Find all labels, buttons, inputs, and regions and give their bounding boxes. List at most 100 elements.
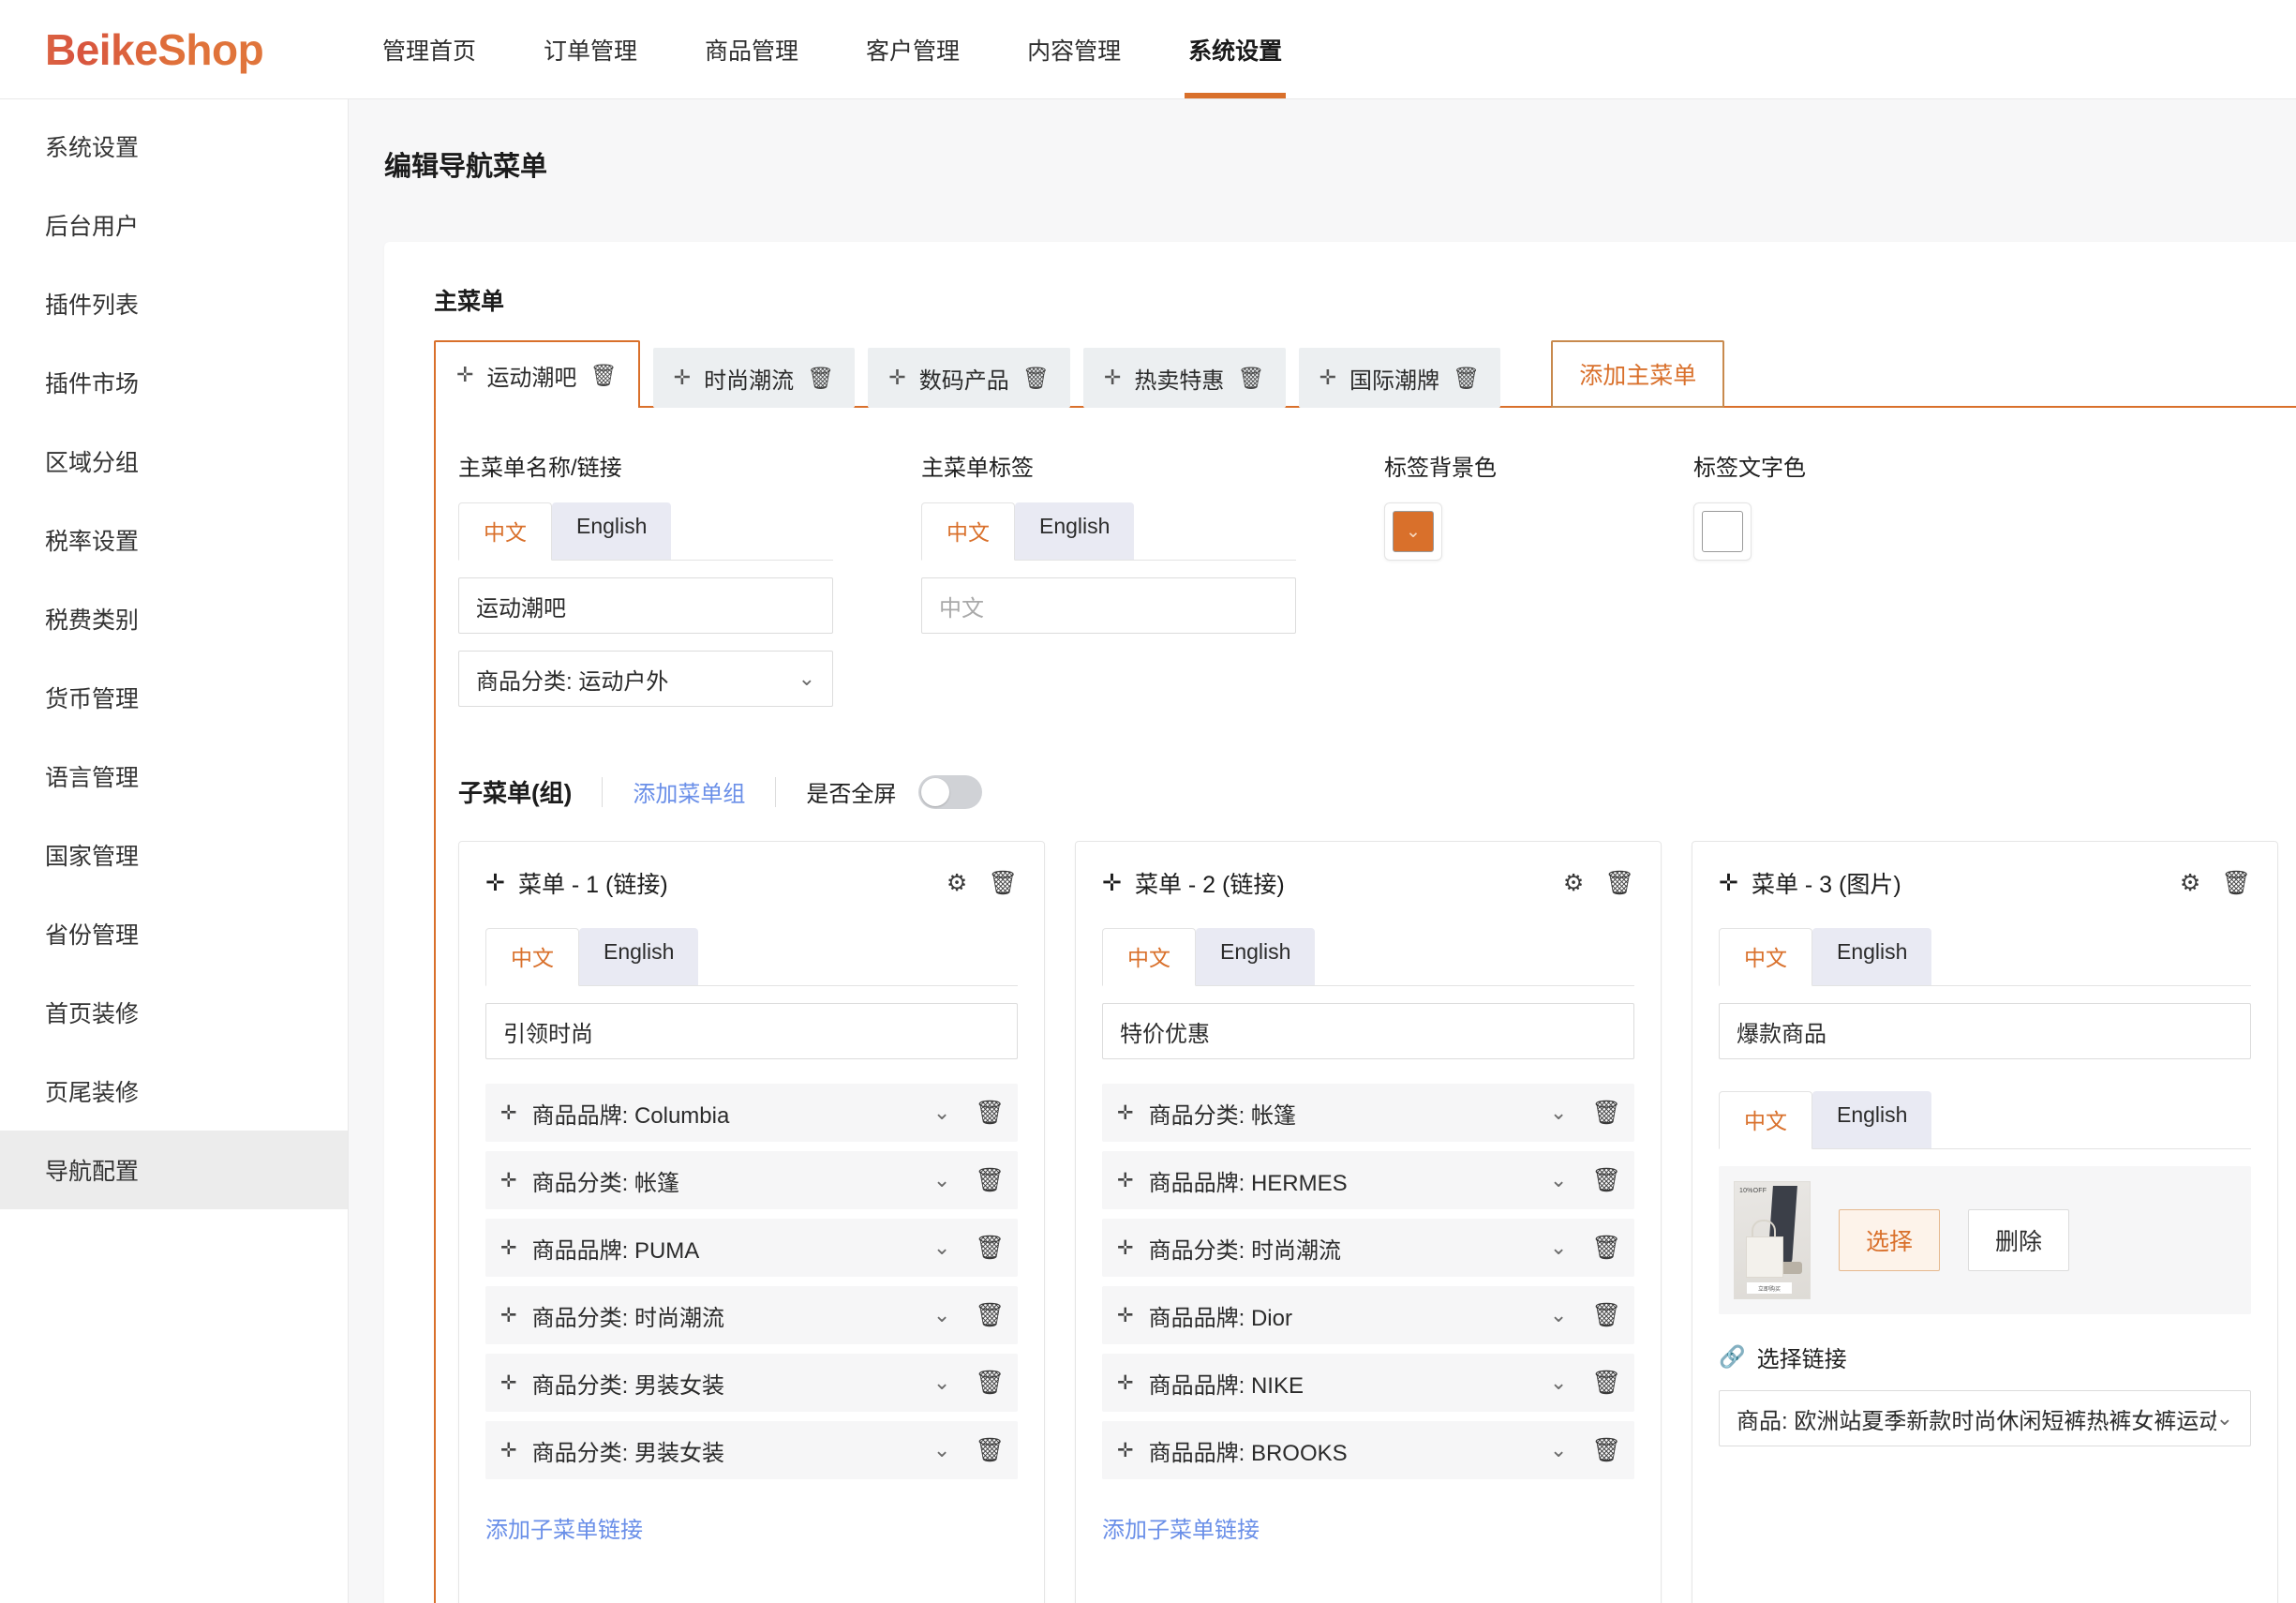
move-icon[interactable]: ✛ <box>888 366 905 390</box>
trash-icon[interactable]: 🗑 <box>1591 1371 1621 1395</box>
trash-icon[interactable]: 🗑 <box>975 1438 1005 1462</box>
trash-icon[interactable]: 🗑 <box>1453 366 1480 391</box>
card3-link-select[interactable]: 商品: 欧洲站夏季新款时尚休闲短裤热裤女裤运动... ⌄ <box>1719 1390 2251 1446</box>
add-menu-group-link[interactable]: 添加菜单组 <box>633 775 745 808</box>
submenu-link-row[interactable]: ✛ 商品分类: 帐篷 ⌄ 🗑 <box>485 1151 1018 1209</box>
submenu-link-row[interactable]: ✛ 商品分类: 帐篷 ⌄ 🗑 <box>1102 1084 1634 1142</box>
topnav-item-3[interactable]: 客户管理 <box>832 0 993 98</box>
gear-icon[interactable]: ⚙ <box>1563 871 1584 895</box>
chevron-down-icon[interactable]: ⌄ <box>1550 1438 1567 1462</box>
lang-tab-en[interactable]: English <box>579 928 699 985</box>
move-icon[interactable]: ✛ <box>500 1169 517 1192</box>
trash-icon[interactable]: 🗑 <box>975 1101 1005 1125</box>
submenu-link-row[interactable]: ✛ 商品品牌: BROOKS ⌄ 🗑 <box>1102 1421 1634 1479</box>
sidebar-item-10[interactable]: 省份管理 <box>0 894 348 973</box>
chevron-down-icon[interactable]: ⌄ <box>1550 1168 1567 1192</box>
move-icon[interactable]: ✛ <box>1102 869 1122 897</box>
trash-icon[interactable]: 🗑 <box>975 1371 1005 1395</box>
lang-tab-en[interactable]: English <box>1015 502 1135 560</box>
trash-icon[interactable]: 🗑 <box>1591 1101 1621 1125</box>
lang-tab-zh[interactable]: 中文 <box>458 502 552 561</box>
sidebar-item-11[interactable]: 首页装修 <box>0 973 348 1052</box>
color-swatch[interactable]: ⌄ <box>1393 511 1434 552</box>
chevron-down-icon[interactable]: ⌄ <box>933 1303 950 1327</box>
gear-icon[interactable]: ⚙ <box>2180 871 2200 895</box>
chevron-down-icon[interactable]: ⌄ <box>933 1168 950 1192</box>
main-menu-name-input[interactable]: 运动潮吧 <box>458 577 833 634</box>
trash-icon[interactable]: 🗑 <box>988 871 1018 895</box>
sidebar-item-2[interactable]: 插件列表 <box>0 264 348 343</box>
topnav-item-1[interactable]: 订单管理 <box>510 0 671 98</box>
trash-icon[interactable]: 🗑 <box>975 1236 1005 1260</box>
lang-tab-en[interactable]: English <box>552 502 672 560</box>
lang-tab-en[interactable]: English <box>1812 1091 1932 1148</box>
submenu-link-row[interactable]: ✛ 商品分类: 男装女装 ⌄ 🗑 <box>485 1421 1018 1479</box>
add-main-menu-button[interactable]: 添加主菜单 <box>1551 340 1725 408</box>
sidebar-item-13[interactable]: 导航配置 <box>0 1131 348 1209</box>
add-submenu-link-1[interactable]: 添加子菜单链接 <box>485 1511 1018 1578</box>
submenu-link-row[interactable]: ✛ 商品品牌: Dior ⌄ 🗑 <box>1102 1286 1634 1344</box>
sidebar-item-9[interactable]: 国家管理 <box>0 816 348 894</box>
tag-bg-color-picker[interactable]: ⌄ <box>1384 502 1442 561</box>
main-menu-tab-3[interactable]: ✛ 热卖特惠 🗑 <box>1082 348 1286 408</box>
chevron-down-icon[interactable]: ⌄ <box>1550 1101 1567 1125</box>
topnav-item-5[interactable]: 系统设置 <box>1155 0 1316 98</box>
move-icon[interactable]: ✛ <box>456 363 473 387</box>
trash-icon[interactable]: 🗑 <box>975 1303 1005 1327</box>
sidebar-item-12[interactable]: 页尾装修 <box>0 1052 348 1131</box>
move-icon[interactable]: ✛ <box>1117 1169 1134 1192</box>
trash-icon[interactable]: 🗑 <box>1237 366 1264 391</box>
sidebar-item-0[interactable]: 系统设置 <box>0 107 348 186</box>
chevron-down-icon[interactable]: ⌄ <box>2216 1406 2233 1431</box>
trash-icon[interactable]: 🗑 <box>975 1168 1005 1192</box>
move-icon[interactable]: ✛ <box>1117 1101 1134 1125</box>
move-icon[interactable]: ✛ <box>674 366 691 390</box>
lang-tab-zh[interactable]: 中文 <box>1719 928 1812 986</box>
submenu-link-row[interactable]: ✛ 商品品牌: HERMES ⌄ 🗑 <box>1102 1151 1634 1209</box>
card3-name-input[interactable]: 爆款商品 <box>1719 1003 2251 1059</box>
trash-icon[interactable]: 🗑 <box>1591 1438 1621 1462</box>
main-menu-tab-1[interactable]: ✛ 时尚潮流 🗑 <box>652 348 856 408</box>
lang-tab-zh[interactable]: 中文 <box>485 928 579 986</box>
move-icon[interactable]: ✛ <box>1117 1439 1134 1462</box>
color-swatch[interactable] <box>1702 511 1743 552</box>
submenu-link-row[interactable]: ✛ 商品分类: 男装女装 ⌄ 🗑 <box>485 1354 1018 1412</box>
trash-icon[interactable]: 🗑 <box>2221 871 2251 895</box>
sidebar-item-5[interactable]: 税率设置 <box>0 501 348 579</box>
submenu-link-row[interactable]: ✛ 商品品牌: Columbia ⌄ 🗑 <box>485 1084 1018 1142</box>
move-icon[interactable]: ✛ <box>500 1371 517 1395</box>
move-icon[interactable]: ✛ <box>1319 366 1336 390</box>
lang-tab-zh[interactable]: 中文 <box>1719 1091 1812 1149</box>
move-icon[interactable]: ✛ <box>500 1101 517 1125</box>
trash-icon[interactable]: 🗑 <box>1604 871 1634 895</box>
submenu-link-row[interactable]: ✛ 商品分类: 时尚潮流 ⌄ 🗑 <box>1102 1219 1634 1277</box>
move-icon[interactable]: ✛ <box>500 1236 517 1260</box>
topnav-item-2[interactable]: 商品管理 <box>671 0 832 98</box>
topnav-item-0[interactable]: 管理首页 <box>349 0 510 98</box>
move-icon[interactable]: ✛ <box>1117 1371 1134 1395</box>
main-menu-tab-4[interactable]: ✛ 国际潮牌 🗑 <box>1298 348 1501 408</box>
move-icon[interactable]: ✛ <box>1719 869 1738 897</box>
chevron-down-icon[interactable]: ⌄ <box>1550 1303 1567 1327</box>
add-submenu-link-2[interactable]: 添加子菜单链接 <box>1102 1511 1634 1578</box>
main-menu-link-select[interactable]: 商品分类: 运动户外 ⌄ <box>458 651 833 707</box>
sidebar-item-3[interactable]: 插件市场 <box>0 343 348 422</box>
move-icon[interactable]: ✛ <box>1117 1304 1134 1327</box>
main-menu-tab-0[interactable]: ✛ 运动潮吧 🗑 <box>434 340 640 408</box>
trash-icon[interactable]: 🗑 <box>589 363 617 388</box>
move-icon[interactable]: ✛ <box>500 1439 517 1462</box>
chevron-down-icon[interactable]: ⌄ <box>1550 1236 1567 1260</box>
trash-icon[interactable]: 🗑 <box>1591 1236 1621 1260</box>
chevron-down-icon[interactable]: ⌄ <box>1550 1371 1567 1395</box>
fullscreen-toggle[interactable] <box>918 774 983 809</box>
delete-image-button[interactable]: 删除 <box>1968 1209 2070 1271</box>
chevron-down-icon[interactable]: ⌄ <box>933 1438 950 1462</box>
chevron-down-icon[interactable]: ⌄ <box>933 1371 950 1395</box>
trash-icon[interactable]: 🗑 <box>1022 366 1050 391</box>
submenu-link-row[interactable]: ✛ 商品分类: 时尚潮流 ⌄ 🗑 <box>485 1286 1018 1344</box>
sidebar-item-1[interactable]: 后台用户 <box>0 186 348 264</box>
move-icon[interactable]: ✛ <box>500 1304 517 1327</box>
card1-name-input[interactable]: 引领时尚 <box>485 1003 1018 1059</box>
trash-icon[interactable]: 🗑 <box>1591 1168 1621 1192</box>
lang-tab-en[interactable]: English <box>1196 928 1316 985</box>
